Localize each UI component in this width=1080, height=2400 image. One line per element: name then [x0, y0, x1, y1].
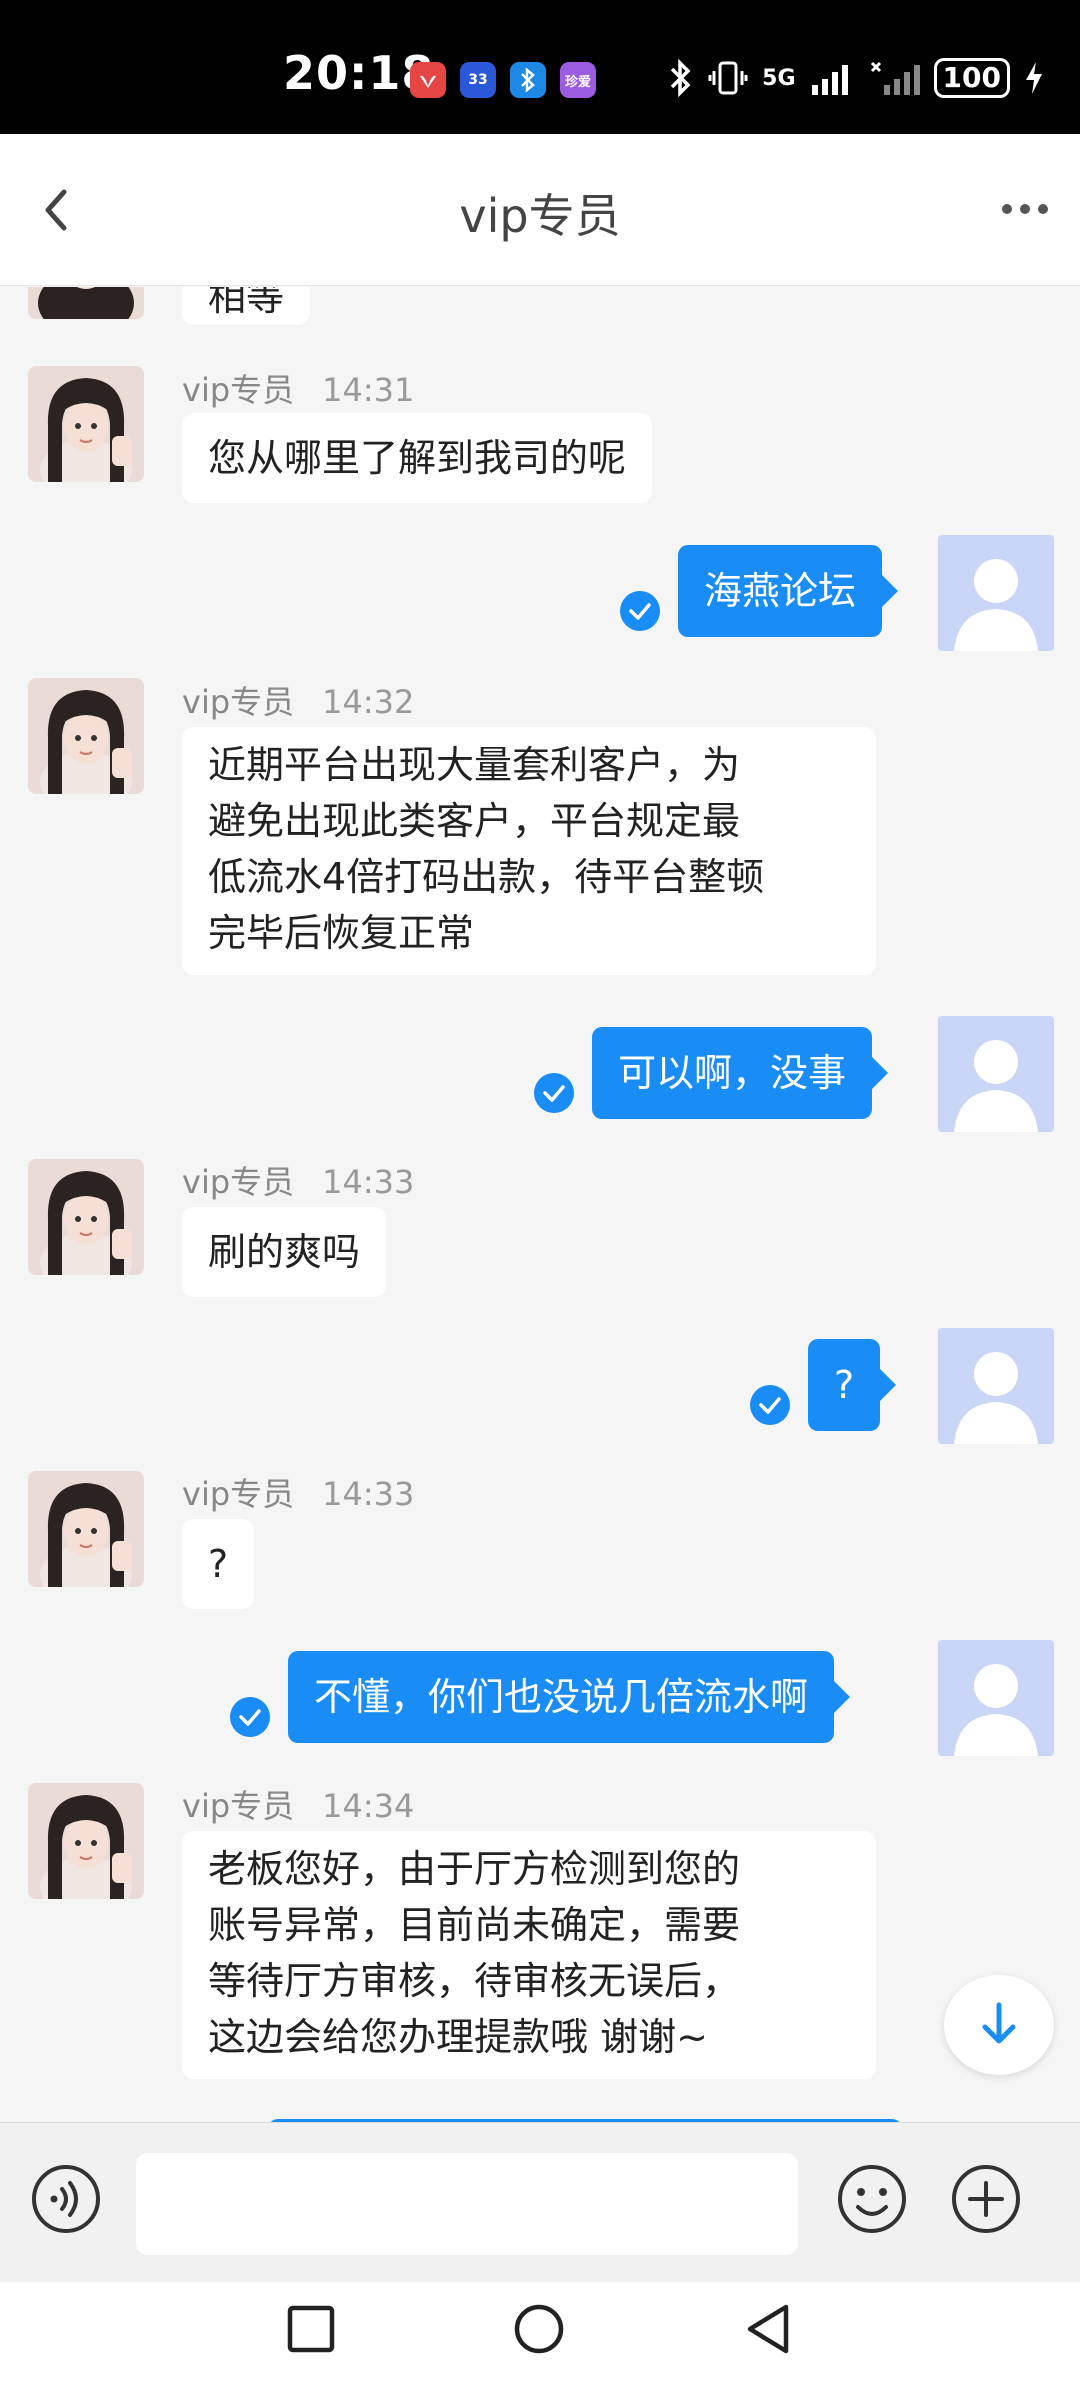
read-check-icon [750, 1385, 790, 1425]
bluetooth-icon [670, 59, 691, 97]
status-app-icons: 33 珍爱 [410, 62, 596, 98]
sender-name: vip专员 [182, 1787, 295, 1825]
status-indicators: 5G 100 [668, 58, 1044, 98]
message-bubble-sent: 不懂，你们也没说几倍流水啊 [288, 1651, 851, 1743]
user-avatar[interactable] [938, 1640, 1054, 1756]
status-bar: 20:18 33 珍爱 5G 100 [0, 0, 1080, 134]
sender-name: vip专员 [182, 683, 295, 721]
home-button[interactable] [512, 2302, 566, 2356]
bluetooth-app-icon [510, 62, 546, 98]
message-time: 14:33 [322, 1163, 415, 1201]
contact-avatar[interactable] [28, 366, 144, 482]
signal-icon [811, 65, 848, 95]
read-check-icon [620, 591, 660, 631]
sender-name: vip专员 [182, 1163, 295, 1201]
contact-avatar[interactable] [28, 1159, 144, 1275]
chat-screen: 20:18 33 珍爱 5G 100 vip专员 相等 vip专员 14:31 … [0, 0, 1080, 2400]
chat-message-list[interactable]: 相等 vip专员 14:31 您从哪里了解到我司的呢 海燕论坛 vip专员 14:3… [0, 287, 1080, 2122]
contact-avatar[interactable] [28, 287, 144, 319]
app-33-icon: 33 [460, 62, 496, 98]
message-time: 14:31 [322, 371, 415, 409]
circle-icon [514, 2304, 564, 2354]
message-time: 14:34 [322, 1787, 415, 1825]
message-meta: vip专员 14:33 [182, 1157, 414, 1203]
smiley-icon [838, 2165, 906, 2233]
message-bubble-sent: 可以啊，没事 [592, 1027, 889, 1119]
message-bubble: 刷的爽吗 [182, 1207, 387, 1297]
system-back-button[interactable] [742, 2302, 794, 2356]
triangle-back-icon [747, 2304, 789, 2354]
add-attachment-button[interactable] [950, 2163, 1022, 2235]
more-options-button[interactable] [1000, 194, 1050, 224]
system-nav-bar [0, 2282, 1080, 2400]
plus-icon [952, 2165, 1020, 2233]
message-time: 14:33 [322, 1475, 415, 1513]
message-bubble: ? [182, 1519, 255, 1609]
user-avatar[interactable] [938, 1016, 1054, 1132]
recent-apps-button[interactable] [286, 2304, 336, 2354]
message-input[interactable] [136, 2153, 798, 2255]
chat-header: vip专员 [0, 134, 1080, 286]
charging-icon [1026, 62, 1042, 94]
emoji-button[interactable] [836, 2163, 908, 2235]
message-time: 14:32 [322, 683, 415, 721]
page-title: vip专员 [459, 189, 621, 243]
contact-avatar[interactable] [28, 1783, 144, 1899]
sender-name: vip专员 [182, 1475, 295, 1513]
voice-icon [32, 2165, 100, 2233]
message-bubble: 老板您好，由于厅方检测到您的 账号异常，目前尚未确定，需要 等待厅方审核，待审核… [182, 1831, 876, 2079]
voice-input-button[interactable] [30, 2163, 102, 2235]
network-type: 5G [762, 65, 796, 91]
message-bubble-sent: 海燕论坛 [678, 545, 899, 637]
user-avatar[interactable] [938, 535, 1054, 651]
message-meta: vip专员 14:31 [182, 365, 414, 411]
sender-name: vip专员 [182, 371, 295, 409]
huawei-app-icon [410, 62, 446, 98]
read-check-icon [534, 1073, 574, 1113]
message-meta: vip专员 14:33 [182, 1469, 414, 1515]
battery-indicator: 100 [933, 58, 1010, 98]
message-meta: vip专员 14:32 [182, 677, 414, 723]
read-check-icon [230, 1697, 270, 1737]
signal-weak-icon [870, 61, 920, 95]
message-bubble: 您从哪里了解到我司的呢 [182, 413, 653, 503]
message-input-bar [0, 2122, 1080, 2282]
message-bubble-sent: ? [808, 1339, 897, 1431]
vibrate-icon [708, 61, 748, 95]
contact-avatar[interactable] [28, 678, 144, 794]
app-purple-icon: 珍爱 [560, 62, 596, 98]
arrow-down-icon [982, 2002, 1016, 2044]
contact-avatar[interactable] [28, 1471, 144, 1587]
user-avatar[interactable] [938, 1328, 1054, 1444]
message-bubble: 相等 [182, 287, 311, 325]
square-icon [287, 2305, 335, 2353]
message-bubble: 近期平台出现大量套利客户，为 避免出现此类客户，平台规定最 低流水4倍打码出款，… [182, 727, 876, 975]
message-meta: vip专员 14:34 [182, 1781, 414, 1827]
scroll-to-bottom-button[interactable] [944, 1975, 1054, 2075]
